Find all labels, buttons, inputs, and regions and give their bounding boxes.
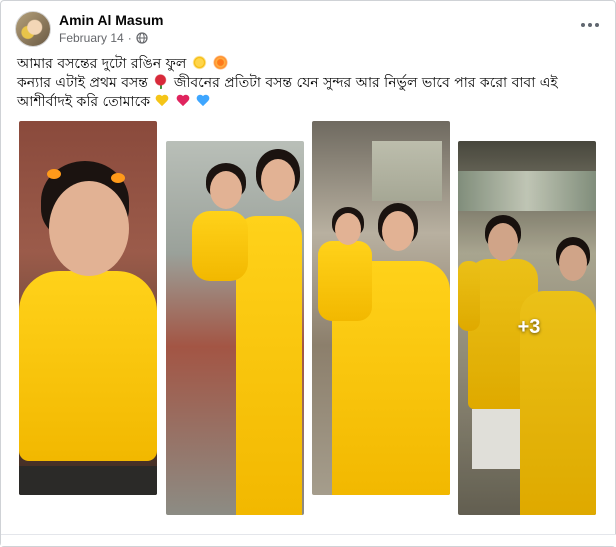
date-separator: · — [127, 31, 132, 45]
more-photos-count: +3 — [517, 315, 541, 338]
more-photos-overlay[interactable]: +3 — [458, 141, 596, 515]
red-heart-icon — [176, 95, 190, 108]
post-header: Amin Al Masum February 14 · — [15, 11, 605, 47]
author-name[interactable]: Amin Al Masum — [59, 12, 164, 28]
photo-3[interactable] — [312, 121, 450, 495]
card-footer-divider — [1, 534, 616, 546]
photo-1[interactable] — [19, 121, 157, 495]
avatar[interactable] — [15, 11, 51, 47]
post-meta: February 14 · — [59, 31, 148, 45]
post-text-line-2: কন্যার এটাই প্রথম বসন্ত জীবনের প্রতিটা ব… — [17, 74, 558, 91]
post-date[interactable]: February 14 — [59, 31, 124, 45]
blue-heart-icon — [196, 95, 210, 108]
yellow-heart-icon — [155, 95, 169, 108]
more-options-button[interactable] — [575, 13, 605, 37]
more-options-icon — [580, 23, 601, 27]
post-text: আমার বসন্তের দুটো রঙিন ফুল কন্যার এটাই প… — [17, 55, 607, 112]
rose-emoji-icon — [153, 74, 169, 89]
flower-emoji-icon — [213, 55, 229, 70]
sun-emoji-icon — [191, 55, 207, 70]
globe-icon — [136, 32, 148, 44]
post-text-line-1: আমার বসন্তের দুটো রঙিন ফুল — [17, 55, 607, 74]
photo-4[interactable]: +3 — [458, 141, 596, 515]
photo-gallery: +3 — [1, 121, 616, 521]
post-text-line-3: আশীর্বাদই করি তোমাকে — [17, 93, 607, 112]
post-card: Amin Al Masum February 14 · আমার বসন্তের… — [0, 0, 616, 547]
photo-2[interactable] — [166, 141, 304, 515]
